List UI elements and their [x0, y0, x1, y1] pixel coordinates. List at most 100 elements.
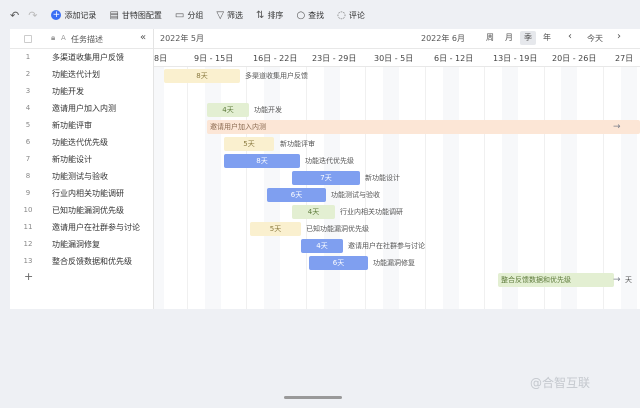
gantt-bar[interactable]: 6天 [309, 256, 368, 270]
gantt-bar-caption: 功能测试与验收 [331, 191, 380, 199]
table-row[interactable]: 9 行业内相关功能调研 [10, 185, 153, 202]
week-label: 9日 - 15日 [194, 54, 234, 63]
gantt-bar[interactable]: 5天 [224, 137, 274, 151]
comment-icon: ◌ [337, 9, 346, 21]
row-number: 5 [25, 121, 31, 129]
row-number: 3 [25, 87, 31, 95]
group-button[interactable]: ▭ 分组 [175, 10, 203, 21]
gantt-bar-caption: 天 [625, 276, 632, 284]
gantt-bar-caption: 功能开发 [254, 106, 282, 114]
table-row[interactable]: 6 功能迭代优先级 [10, 134, 153, 151]
undo-icon[interactable]: ↶ [10, 9, 19, 22]
view-year-button[interactable]: 年 [539, 31, 555, 45]
chevron-right-icon[interactable]: › [617, 31, 621, 42]
task-name[interactable]: 功能迭代计划 [52, 69, 100, 80]
task-name[interactable]: 行业内相关功能调研 [52, 188, 124, 199]
grid-line [484, 67, 485, 309]
row-number: 12 [23, 240, 33, 248]
table-row[interactable]: 7 新功能设计 [10, 151, 153, 168]
sort-label: 排序 [267, 10, 284, 20]
view-month-button[interactable]: 月 [501, 31, 517, 45]
timeline-header: 2022年 5月 2022年 6月 周 月 季 年 ‹ 今天 › [154, 29, 640, 49]
field-type-icon: A [61, 34, 66, 42]
task-name[interactable]: 新功能设计 [52, 154, 92, 165]
week-label: 8日 [154, 54, 168, 63]
arrow-right-icon[interactable]: → [613, 120, 621, 134]
view-week-button[interactable]: 周 [482, 31, 498, 45]
gantt-settings-button[interactable]: ▤ 甘特图配置 [109, 10, 161, 21]
task-name[interactable]: 邀请用户加入内测 [52, 103, 116, 114]
arrow-right-icon[interactable]: → [613, 273, 621, 287]
weekend-column [154, 67, 164, 309]
gantt-bar[interactable]: 8天 [224, 154, 300, 168]
view-quarter-button[interactable]: 季 [520, 31, 536, 45]
gantt-bar[interactable]: 4天 [207, 103, 249, 117]
gantt-bar[interactable]: 7天 [292, 171, 360, 185]
table-row[interactable]: 5 新功能评审 [10, 117, 153, 134]
task-name[interactable]: 功能漏洞修复 [52, 239, 100, 250]
table-row[interactable]: 4 邀请用户加入内测 [10, 100, 153, 117]
gantt-bar[interactable]: 4天 [292, 205, 335, 219]
table-row[interactable]: 2 功能迭代计划 [10, 66, 153, 83]
row-number: 13 [23, 257, 33, 265]
filter-button[interactable]: ▽ 筛选 [216, 10, 243, 21]
gantt-bar[interactable]: 6天 [267, 188, 326, 202]
plus-circle-icon: + [51, 10, 62, 20]
gantt-bar[interactable]: 5天 [250, 222, 301, 236]
gantt-timeline: 2022年 5月 2022年 6月 周 月 季 年 ‹ 今天 › 8日 9日 -… [154, 29, 640, 309]
task-column-header[interactable]: 任务描述 [71, 34, 103, 45]
row-number: 10 [23, 206, 33, 214]
gantt-bar[interactable]: 邀请用户加入内测 [207, 120, 640, 134]
gantt-bar-caption: 邀请用户在社群参与讨论 [348, 242, 425, 250]
gantt-bar-caption: 新功能设计 [365, 174, 400, 182]
row-number: 9 [25, 189, 31, 197]
task-name[interactable]: 功能测试与验收 [52, 171, 108, 182]
week-scale: 8日 9日 - 15日 16日 - 22日 23日 - 29日 30日 - 5日… [154, 49, 640, 67]
task-name[interactable]: 已知功能漏洞优先级 [52, 205, 124, 216]
grid-line [187, 67, 188, 309]
sort-icon: ⇅ [256, 9, 265, 21]
week-label: 6日 - 12日 [434, 54, 474, 63]
collapse-grid-icon[interactable]: « [140, 32, 146, 43]
task-name[interactable]: 功能开发 [52, 86, 84, 97]
add-row-button[interactable]: + [24, 270, 33, 283]
table-row[interactable]: 8 功能测试与验收 [10, 168, 153, 185]
gantt-bar[interactable]: 4天 [301, 239, 343, 253]
today-button[interactable]: 今天 [587, 33, 603, 44]
search-button[interactable]: ○ 查找 [296, 10, 324, 21]
comment-label: 评论 [348, 10, 365, 20]
add-record-button[interactable]: + 添加记录 [51, 10, 96, 21]
redo-icon[interactable]: ↷ [28, 9, 37, 22]
chevron-left-icon[interactable]: ‹ [568, 31, 572, 42]
select-all-checkbox[interactable] [24, 35, 32, 43]
task-name[interactable]: 多渠道收集用户反馈 [52, 52, 124, 63]
table-row[interactable]: 11 邀请用户在社群参与讨论 [10, 219, 153, 236]
task-name[interactable]: 功能迭代优先级 [52, 137, 108, 148]
table-row[interactable]: 12 功能漏洞修复 [10, 236, 153, 253]
task-name[interactable]: 新功能评审 [52, 120, 92, 131]
comment-button[interactable]: ◌ 评论 [337, 10, 365, 21]
table-row[interactable]: 13 整合反馈数据和优先级 [10, 253, 153, 270]
sort-button[interactable]: ⇅ 排序 [256, 10, 283, 21]
week-label: 27日 [615, 54, 634, 63]
task-name[interactable]: 邀请用户在社群参与讨论 [52, 222, 140, 233]
table-row[interactable]: 10 已知功能漏洞优先级 [10, 202, 153, 219]
search-icon: ○ [296, 9, 306, 21]
gantt-bar-caption: 功能迭代优先级 [305, 157, 354, 165]
task-list: 1 多渠道收集用户反馈 2 功能迭代计划 3 功能开发 4 邀请用户加入内测 5… [10, 49, 153, 309]
folder-icon: ▭ [174, 9, 185, 21]
gantt-panel: 🔒︎ A 任务描述 « 1 多渠道收集用户反馈 2 功能迭代计划 3 功能开发 … [10, 29, 640, 309]
gantt-bar-caption: 多渠道收集用户反馈 [245, 72, 308, 80]
table-row[interactable]: 1 多渠道收集用户反馈 [10, 49, 153, 66]
toolbar: ↶ ↷ + 添加记录 ▤ 甘特图配置 ▭ 分组 ▽ 筛选 ⇅ 排序 ○ 查找 ◌… [0, 0, 640, 30]
gantt-bar-caption: 行业内相关功能调研 [340, 208, 403, 216]
horizontal-scroll-handle[interactable] [284, 396, 342, 399]
gantt-bar[interactable]: 8天 [164, 69, 240, 83]
row-number: 6 [25, 138, 31, 146]
filter-label: 筛选 [227, 10, 244, 20]
gantt-bar-caption: 新功能评审 [280, 140, 315, 148]
search-label: 查找 [308, 10, 325, 20]
task-name[interactable]: 整合反馈数据和优先级 [52, 256, 132, 267]
table-row[interactable]: 3 功能开发 [10, 83, 153, 100]
gantt-bar[interactable]: 整合反馈数据和优先级 [498, 273, 614, 287]
